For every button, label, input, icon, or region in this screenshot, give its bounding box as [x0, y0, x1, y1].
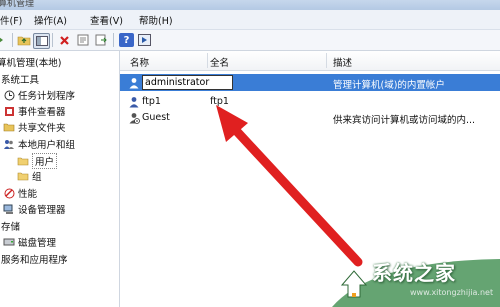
forward-icon[interactable]: [0, 33, 9, 47]
tree-item-label: 算机管理(本地): [0, 58, 62, 69]
cell-description: 供来宾访问计算机或访问域的内...: [333, 115, 476, 126]
cell-name: ftp1: [142, 96, 161, 107]
tree-item-groups[interactable]: 组: [17, 169, 42, 183]
rename-input[interactable]: [142, 75, 233, 90]
clock-icon: [3, 89, 15, 101]
tree-item-label: 服务和应用程序: [1, 255, 68, 266]
column-header-name[interactable]: 名称: [130, 55, 149, 69]
cell-description: 管理计算机(域)的内置帐户: [333, 80, 445, 91]
user-icon: [128, 77, 140, 89]
event-viewer-icon: [3, 105, 15, 117]
disabled-user-icon: [128, 112, 140, 124]
console-tree: 算机管理(本地) 系统工具 任务计划程序 事件查看器 共享文件夹 本地用户和组 …: [0, 51, 120, 307]
tree-item-label: 设备管理器: [18, 205, 66, 216]
column-divider[interactable]: [326, 53, 327, 68]
tree-item-storage[interactable]: 存储: [1, 219, 20, 233]
tree-item-label: 用户: [32, 153, 58, 169]
folder-icon: [17, 155, 29, 167]
table-row[interactable]: Guest 供来宾访问计算机或访问域的内...: [120, 109, 500, 126]
tree-item-label: 性能: [18, 189, 38, 200]
tree-item-disk-management[interactable]: 磁盘管理: [3, 235, 56, 249]
performance-icon: [3, 187, 15, 199]
table-row[interactable]: 管理计算机(域)的内置帐户: [120, 74, 500, 91]
device-manager-icon: [3, 203, 15, 215]
window-title: 算机管理: [0, 0, 35, 9]
column-header-fullname[interactable]: 全名: [210, 55, 229, 69]
list-header: 名称 全名 描述: [120, 51, 500, 71]
tree-item-services-apps[interactable]: 服务和应用程序: [1, 252, 68, 266]
tree-item-local-users-groups[interactable]: 本地用户和组: [3, 137, 75, 151]
shared-folder-icon: [3, 121, 15, 133]
toolbar-separator: [113, 33, 114, 47]
console-tree-icon[interactable]: [137, 33, 152, 47]
tree-item-label: 共享文件夹: [18, 123, 66, 134]
up-folder-icon[interactable]: [16, 33, 31, 47]
tree-item-system-tools[interactable]: 系统工具: [1, 72, 39, 86]
tree-item-label: 磁盘管理: [18, 238, 57, 249]
toolbar: ?: [0, 30, 500, 51]
disk-management-icon: [3, 236, 15, 248]
export-list-icon[interactable]: [93, 33, 108, 47]
tree-item-label: 本地用户和组: [18, 140, 76, 151]
cell-name: Guest: [142, 112, 170, 123]
tree-item-users[interactable]: 用户: [17, 153, 58, 169]
show-hide-tree-icon[interactable]: [33, 33, 50, 49]
toolbar-separator: [52, 33, 53, 47]
toolbar-separator: [12, 33, 13, 47]
tree-item-shared-folders[interactable]: 共享文件夹: [3, 120, 66, 134]
watermark-text: 系统之家: [372, 261, 456, 285]
tree-item-performance[interactable]: 性能: [3, 186, 37, 200]
user-icon: [128, 96, 140, 108]
menu-action[interactable]: 操作(A): [32, 13, 69, 27]
tree-item-event-viewer[interactable]: 事件查看器: [3, 104, 66, 118]
tree-item-computer-management[interactable]: 算机管理(本地): [0, 55, 61, 69]
cell-fullname: ftp1: [210, 96, 229, 107]
folder-icon: [17, 170, 29, 182]
watermark-url: www.xitongzhijia.net: [410, 288, 494, 297]
menu-view[interactable]: 查看(V): [88, 13, 125, 27]
table-row[interactable]: ftp1 ftp1: [120, 93, 500, 110]
users-group-icon: [3, 138, 15, 150]
tree-item-label: 系统工具: [1, 75, 40, 86]
tree-item-label: 存储: [1, 222, 21, 233]
properties-icon[interactable]: [75, 33, 90, 47]
tree-item-device-manager[interactable]: 设备管理器: [3, 202, 66, 216]
column-divider[interactable]: [207, 53, 208, 68]
menu-file[interactable]: 件(F): [0, 13, 24, 27]
tree-item-task-scheduler[interactable]: 任务计划程序: [3, 88, 75, 102]
column-header-description[interactable]: 描述: [333, 55, 352, 69]
tree-item-label: 组: [32, 172, 42, 183]
delete-icon[interactable]: [57, 33, 72, 47]
help-icon[interactable]: ?: [119, 33, 134, 47]
tree-item-label: 事件查看器: [18, 107, 66, 118]
menu-help[interactable]: 帮助(H): [137, 13, 175, 27]
watermark: 系统之家 www.xitongzhijia.net: [332, 251, 500, 307]
menu-bar: 件(F) 操作(A) 查看(V) 帮助(H): [0, 10, 500, 30]
tree-item-label: 任务计划程序: [18, 91, 76, 102]
